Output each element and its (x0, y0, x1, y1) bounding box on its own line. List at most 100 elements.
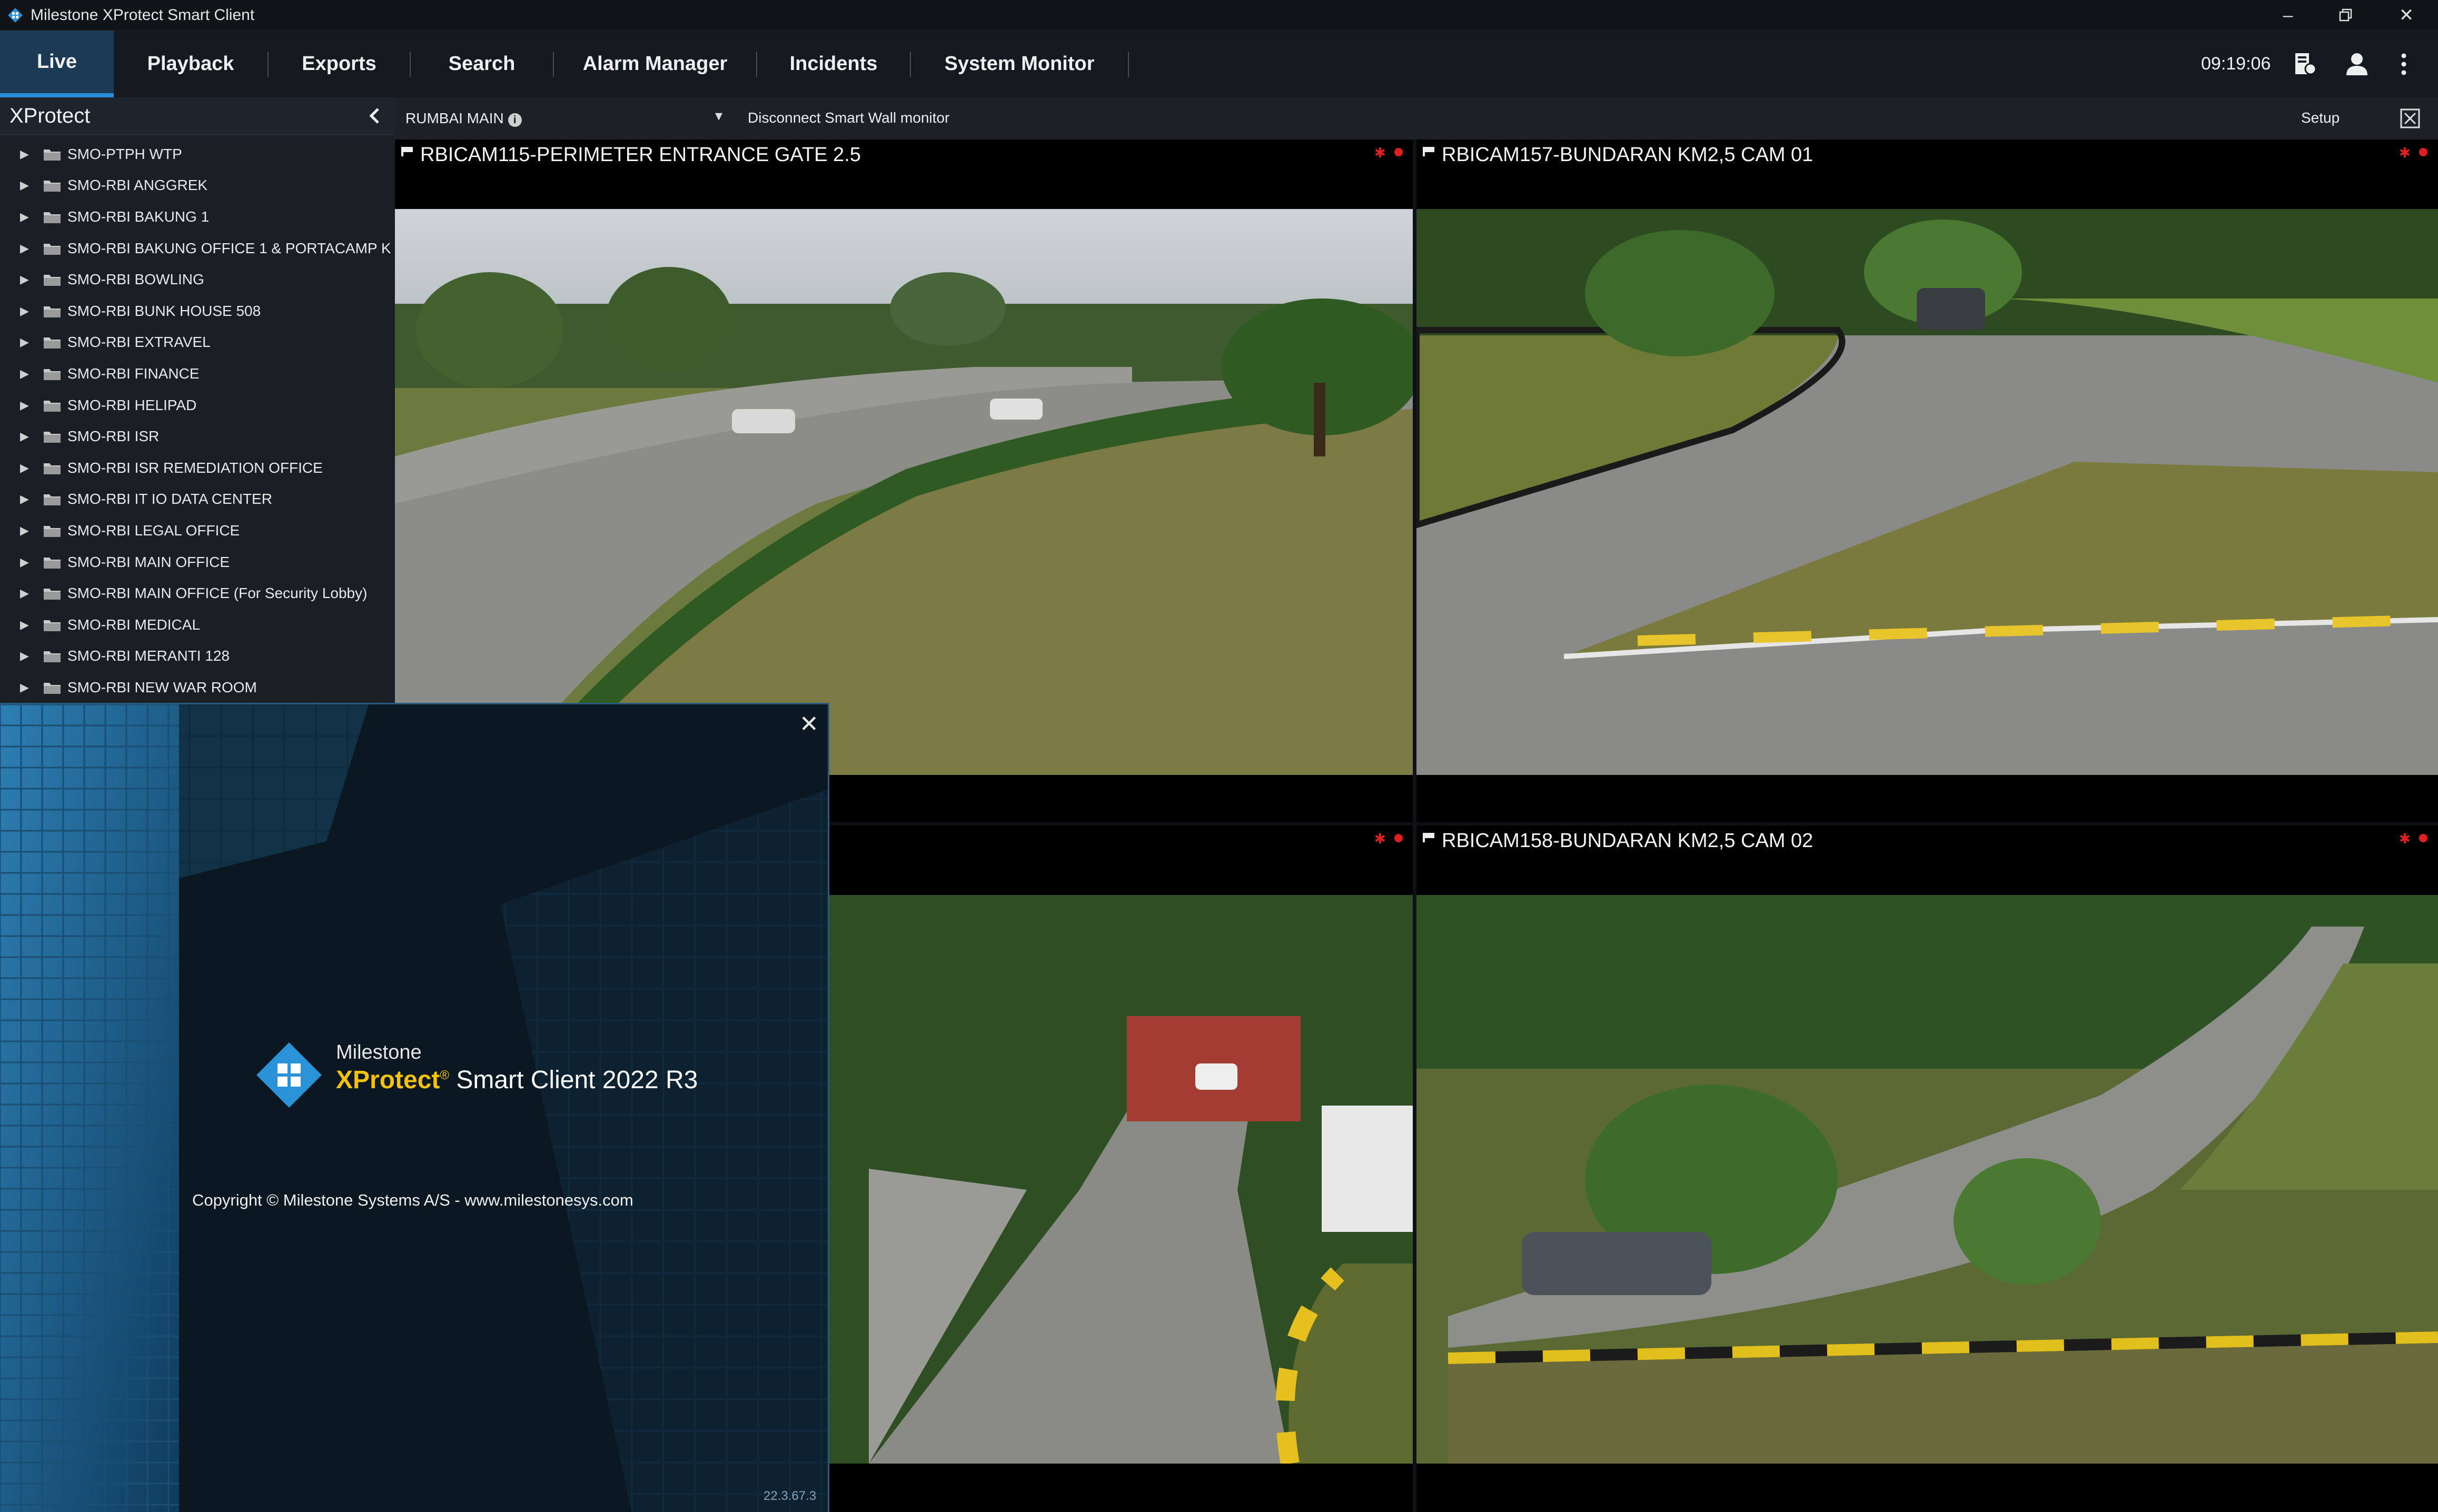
disconnect-smart-wall-button[interactable]: Disconnect Smart Wall monitor (748, 110, 949, 126)
expand-arrow-icon[interactable]: ▶ (20, 492, 32, 506)
tree-item-label: SMO-RBI MERANTI 128 (67, 648, 230, 664)
user-button[interactable] (2336, 31, 2378, 97)
app-logo-icon (8, 7, 23, 23)
expand-arrow-icon[interactable]: ▶ (20, 461, 32, 475)
product-edition: Smart Client 2022 R3 (449, 1066, 698, 1094)
motion-icon: ✱ (1374, 831, 1386, 847)
main-menu-bar: Live Playback Exports Search Alarm Manag… (0, 31, 2438, 97)
expand-arrow-icon[interactable]: ▶ (20, 681, 32, 694)
brand-company: Milestone (336, 1041, 422, 1063)
tree-item[interactable]: ▶ SMO-PTPH WTP (0, 138, 395, 170)
status-icon (2295, 53, 2317, 75)
tree-item[interactable]: ▶ SMO-RBI BOWLING (0, 264, 395, 295)
setup-button[interactable]: Setup (2301, 110, 2340, 126)
camera-feed (395, 209, 1413, 775)
motion-icon: ✱ (2399, 145, 2411, 161)
product-brand: XProtect (336, 1066, 440, 1094)
expand-arrow-icon[interactable]: ▶ (20, 304, 32, 318)
view-dropdown-chevron-icon[interactable]: ▾ (715, 107, 722, 124)
tree-item[interactable]: ▶ SMO-RBI IT IO DATA CENTER (0, 484, 395, 515)
tree-item-label: SMO-RBI ISR (67, 428, 160, 445)
collapse-chevron-left-icon[interactable] (368, 107, 382, 125)
product-name: XProtect® Smart Client 2022 R3 (336, 1066, 698, 1095)
sidebar-header: XProtect (0, 97, 395, 135)
expand-arrow-icon[interactable]: ▶ (20, 367, 32, 381)
sidebar-title: XProtect (9, 104, 91, 127)
folder-icon (44, 589, 61, 600)
expand-arrow-icon[interactable]: ▶ (20, 147, 32, 161)
tab-system-monitor[interactable]: System Monitor (911, 31, 1128, 97)
info-icon[interactable]: i (508, 113, 522, 127)
recording-indicator-icon (1394, 148, 1403, 156)
camera-title: RBICAM157-BUNDARAN KM2,5 CAM 01 (1442, 144, 1813, 166)
tab-search[interactable]: Search (411, 31, 553, 97)
camera-tile-4[interactable]: RBICAM158-BUNDARAN KM2,5 CAM 02 ✱ (1416, 825, 2438, 1512)
close-window-button[interactable]: ✕ (2380, 0, 2433, 31)
expand-arrow-icon[interactable]: ▶ (20, 399, 32, 412)
folder-icon (44, 525, 61, 537)
tab-incidents[interactable]: Incidents (757, 31, 910, 97)
clock: 09:19:06 (2201, 54, 2271, 74)
tab-exports[interactable]: Exports (269, 31, 410, 97)
tree-item-label: SMO-RBI NEW WAR ROOM (67, 679, 257, 695)
tree-item[interactable]: ▶ SMO-RBI ISR (0, 421, 395, 452)
motion-icon: ✱ (2399, 831, 2411, 847)
view-selector[interactable]: RUMBAI MAIN i (405, 110, 522, 127)
expand-arrow-icon[interactable]: ▶ (20, 210, 32, 224)
minimize-icon: – (2283, 5, 2293, 25)
folder-icon (44, 149, 61, 161)
camera-header: RBICAM158-BUNDARAN KM2,5 CAM 02 ✱ (1416, 825, 2438, 895)
tree-item[interactable]: ▶ SMO-RBI MAIN OFFICE (0, 546, 395, 578)
camera-flag-icon (1423, 147, 1434, 156)
expand-arrow-icon[interactable]: ▶ (20, 555, 32, 569)
expand-arrow-icon[interactable]: ▶ (20, 178, 32, 192)
splash-close-button[interactable]: ✕ (799, 711, 819, 738)
folder-icon (44, 494, 61, 506)
tree-item[interactable]: ▶ SMO-RBI MEDICAL (0, 609, 395, 641)
tree-item[interactable]: ▶ SMO-RBI ANGGREK (0, 170, 395, 202)
tree-item[interactable]: ▶ SMO-RBI BAKUNG OFFICE 1 & PORTACAMP K (0, 233, 395, 264)
expand-arrow-icon[interactable]: ▶ (20, 335, 32, 349)
tree-item[interactable]: ▶ SMO-RBI LEGAL OFFICE (0, 515, 395, 546)
camera-footer (1416, 775, 2438, 822)
minimize-button[interactable]: – (2262, 0, 2314, 31)
status-button[interactable] (2283, 31, 2325, 97)
tree-item[interactable]: ▶ SMO-RBI FINANCE (0, 358, 395, 390)
motion-icon: ✱ (1374, 145, 1386, 161)
expand-arrow-icon[interactable]: ▶ (20, 649, 32, 663)
expand-arrow-icon[interactable]: ▶ (20, 242, 32, 255)
folder-icon (44, 275, 61, 286)
tree-item[interactable]: ▶ SMO-RBI NEW WAR ROOM (0, 672, 395, 703)
tree-item[interactable]: ▶ SMO-RBI BUNK HOUSE 508 (0, 295, 395, 327)
expand-arrow-icon[interactable]: ▶ (20, 273, 32, 286)
expand-arrow-icon[interactable]: ▶ (20, 586, 32, 600)
tree-item[interactable]: ▶ SMO-RBI MERANTI 128 (0, 641, 395, 672)
tree-item[interactable]: ▶ SMO-RBI ISR REMEDIATION OFFICE (0, 452, 395, 484)
tab-playback[interactable]: Playback (114, 31, 267, 97)
folder-icon (44, 212, 61, 223)
tab-alarm-manager[interactable]: Alarm Manager (554, 31, 756, 97)
tree-item[interactable]: ▶ SMO-RBI EXTRAVEL (0, 327, 395, 359)
restore-icon (2339, 8, 2352, 22)
folder-icon (44, 369, 61, 380)
tree-item[interactable]: ▶ SMO-RBI HELIPAD (0, 390, 395, 421)
close-icon: ✕ (2399, 5, 2414, 25)
view-name: RUMBAI MAIN (405, 110, 504, 126)
expand-arrow-icon[interactable]: ▶ (20, 524, 32, 538)
folder-icon (44, 463, 61, 474)
restore-button[interactable] (2320, 0, 2372, 31)
tab-live[interactable]: Live (0, 31, 114, 97)
tree-item[interactable]: ▶ SMO-RBI MAIN OFFICE (For Security Lobby… (0, 578, 395, 609)
expand-arrow-icon[interactable]: ▶ (20, 430, 32, 443)
tree-item-label: SMO-RBI BAKUNG OFFICE 1 & PORTACAMP K (67, 240, 391, 256)
milestone-logo-icon (256, 1042, 322, 1108)
more-menu-button[interactable] (2385, 31, 2422, 97)
camera-title: RBICAM115-PERIMETER ENTRANCE GATE 2.5 (420, 144, 861, 166)
tree-item[interactable]: ▶ SMO-RBI BAKUNG 1 (0, 201, 395, 233)
smart-client-window: Milestone XProtect Smart Client – ✕ Live… (0, 0, 2438, 1512)
close-icon: ✕ (799, 711, 819, 737)
expand-arrow-icon[interactable]: ▶ (20, 618, 32, 632)
fullscreen-icon[interactable] (2399, 107, 2422, 130)
registered-mark: ® (440, 1068, 450, 1082)
camera-tile-2[interactable]: RBICAM157-BUNDARAN KM2,5 CAM 01 ✱ (1416, 140, 2438, 822)
